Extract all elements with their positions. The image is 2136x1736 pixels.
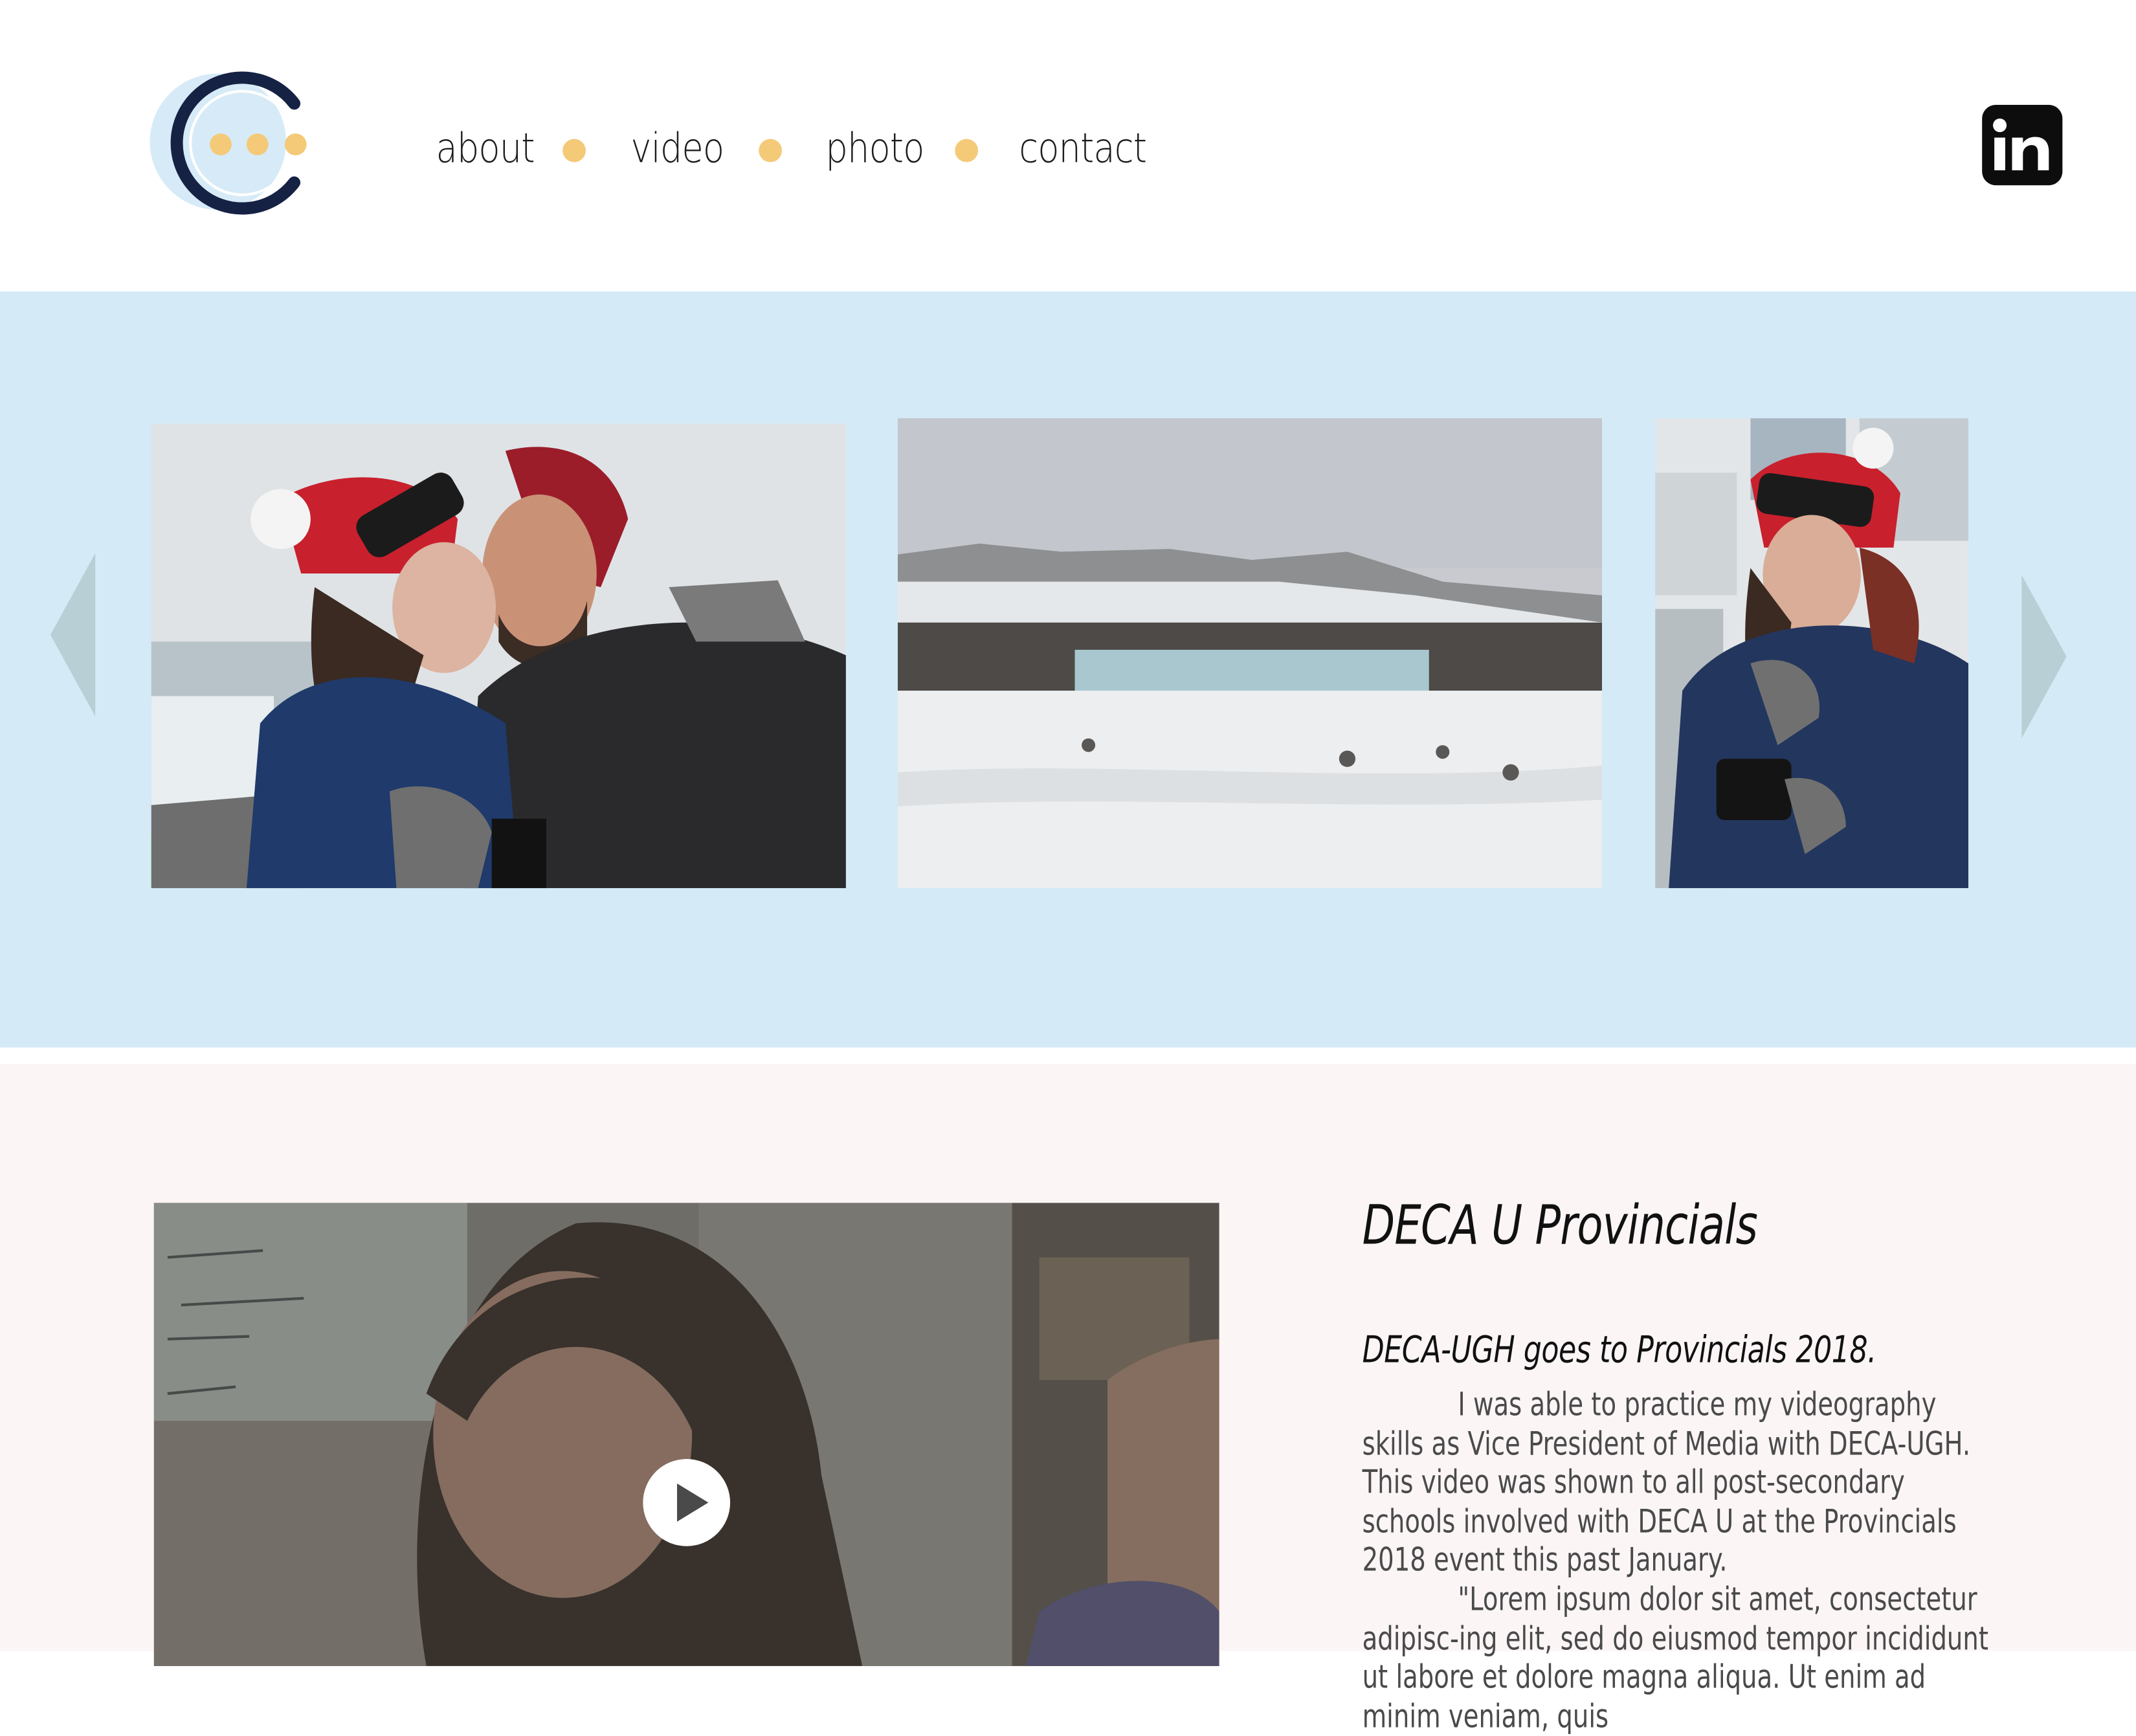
site-header: about video photo contact bbox=[0, 0, 2136, 292]
linkedin-icon[interactable] bbox=[1982, 105, 2063, 186]
project-subtitle: DECA-UGH goes to Provincials 2018. bbox=[1362, 1330, 1877, 1372]
couple-kissing-photo[interactable] bbox=[151, 423, 846, 889]
description-paragraph: I was able to practice my videography sk… bbox=[1362, 1385, 1971, 1580]
nav-link-about[interactable]: about bbox=[436, 120, 535, 180]
nav-separator-dot bbox=[955, 139, 979, 162]
chevron-right-icon[interactable] bbox=[2021, 575, 2067, 739]
nav-link-photo[interactable]: photo bbox=[825, 120, 924, 180]
photo-carousel bbox=[0, 291, 2136, 1048]
nav-separator-dot bbox=[562, 139, 586, 162]
play-icon bbox=[676, 1483, 709, 1522]
description-paragraph: "Lorem ipsum dolor sit amet, consectetur… bbox=[1362, 1580, 1988, 1735]
page: about video photo contact DECA U Provinc… bbox=[0, 0, 2136, 1735]
section-divider bbox=[0, 1047, 2136, 1064]
project-description: I was able to practice my videography sk… bbox=[1363, 1385, 2000, 1736]
project-title: DECA U Provincials bbox=[1362, 1194, 1758, 1258]
laughing-photographer-photo[interactable] bbox=[1655, 418, 1969, 889]
nav-separator-dot bbox=[759, 139, 783, 162]
project-section: DECA U Provincials DECA-UGH goes to Prov… bbox=[0, 1063, 2136, 1735]
chevron-left-icon[interactable] bbox=[50, 553, 96, 717]
play-button[interactable] bbox=[643, 1459, 731, 1546]
nav-link-contact[interactable]: contact bbox=[1019, 120, 1147, 180]
nav-link-video[interactable]: video bbox=[630, 120, 724, 180]
frozen-falls-photo[interactable] bbox=[897, 418, 1603, 889]
brand-logo[interactable] bbox=[147, 65, 316, 226]
video-player[interactable] bbox=[153, 1203, 1219, 1666]
